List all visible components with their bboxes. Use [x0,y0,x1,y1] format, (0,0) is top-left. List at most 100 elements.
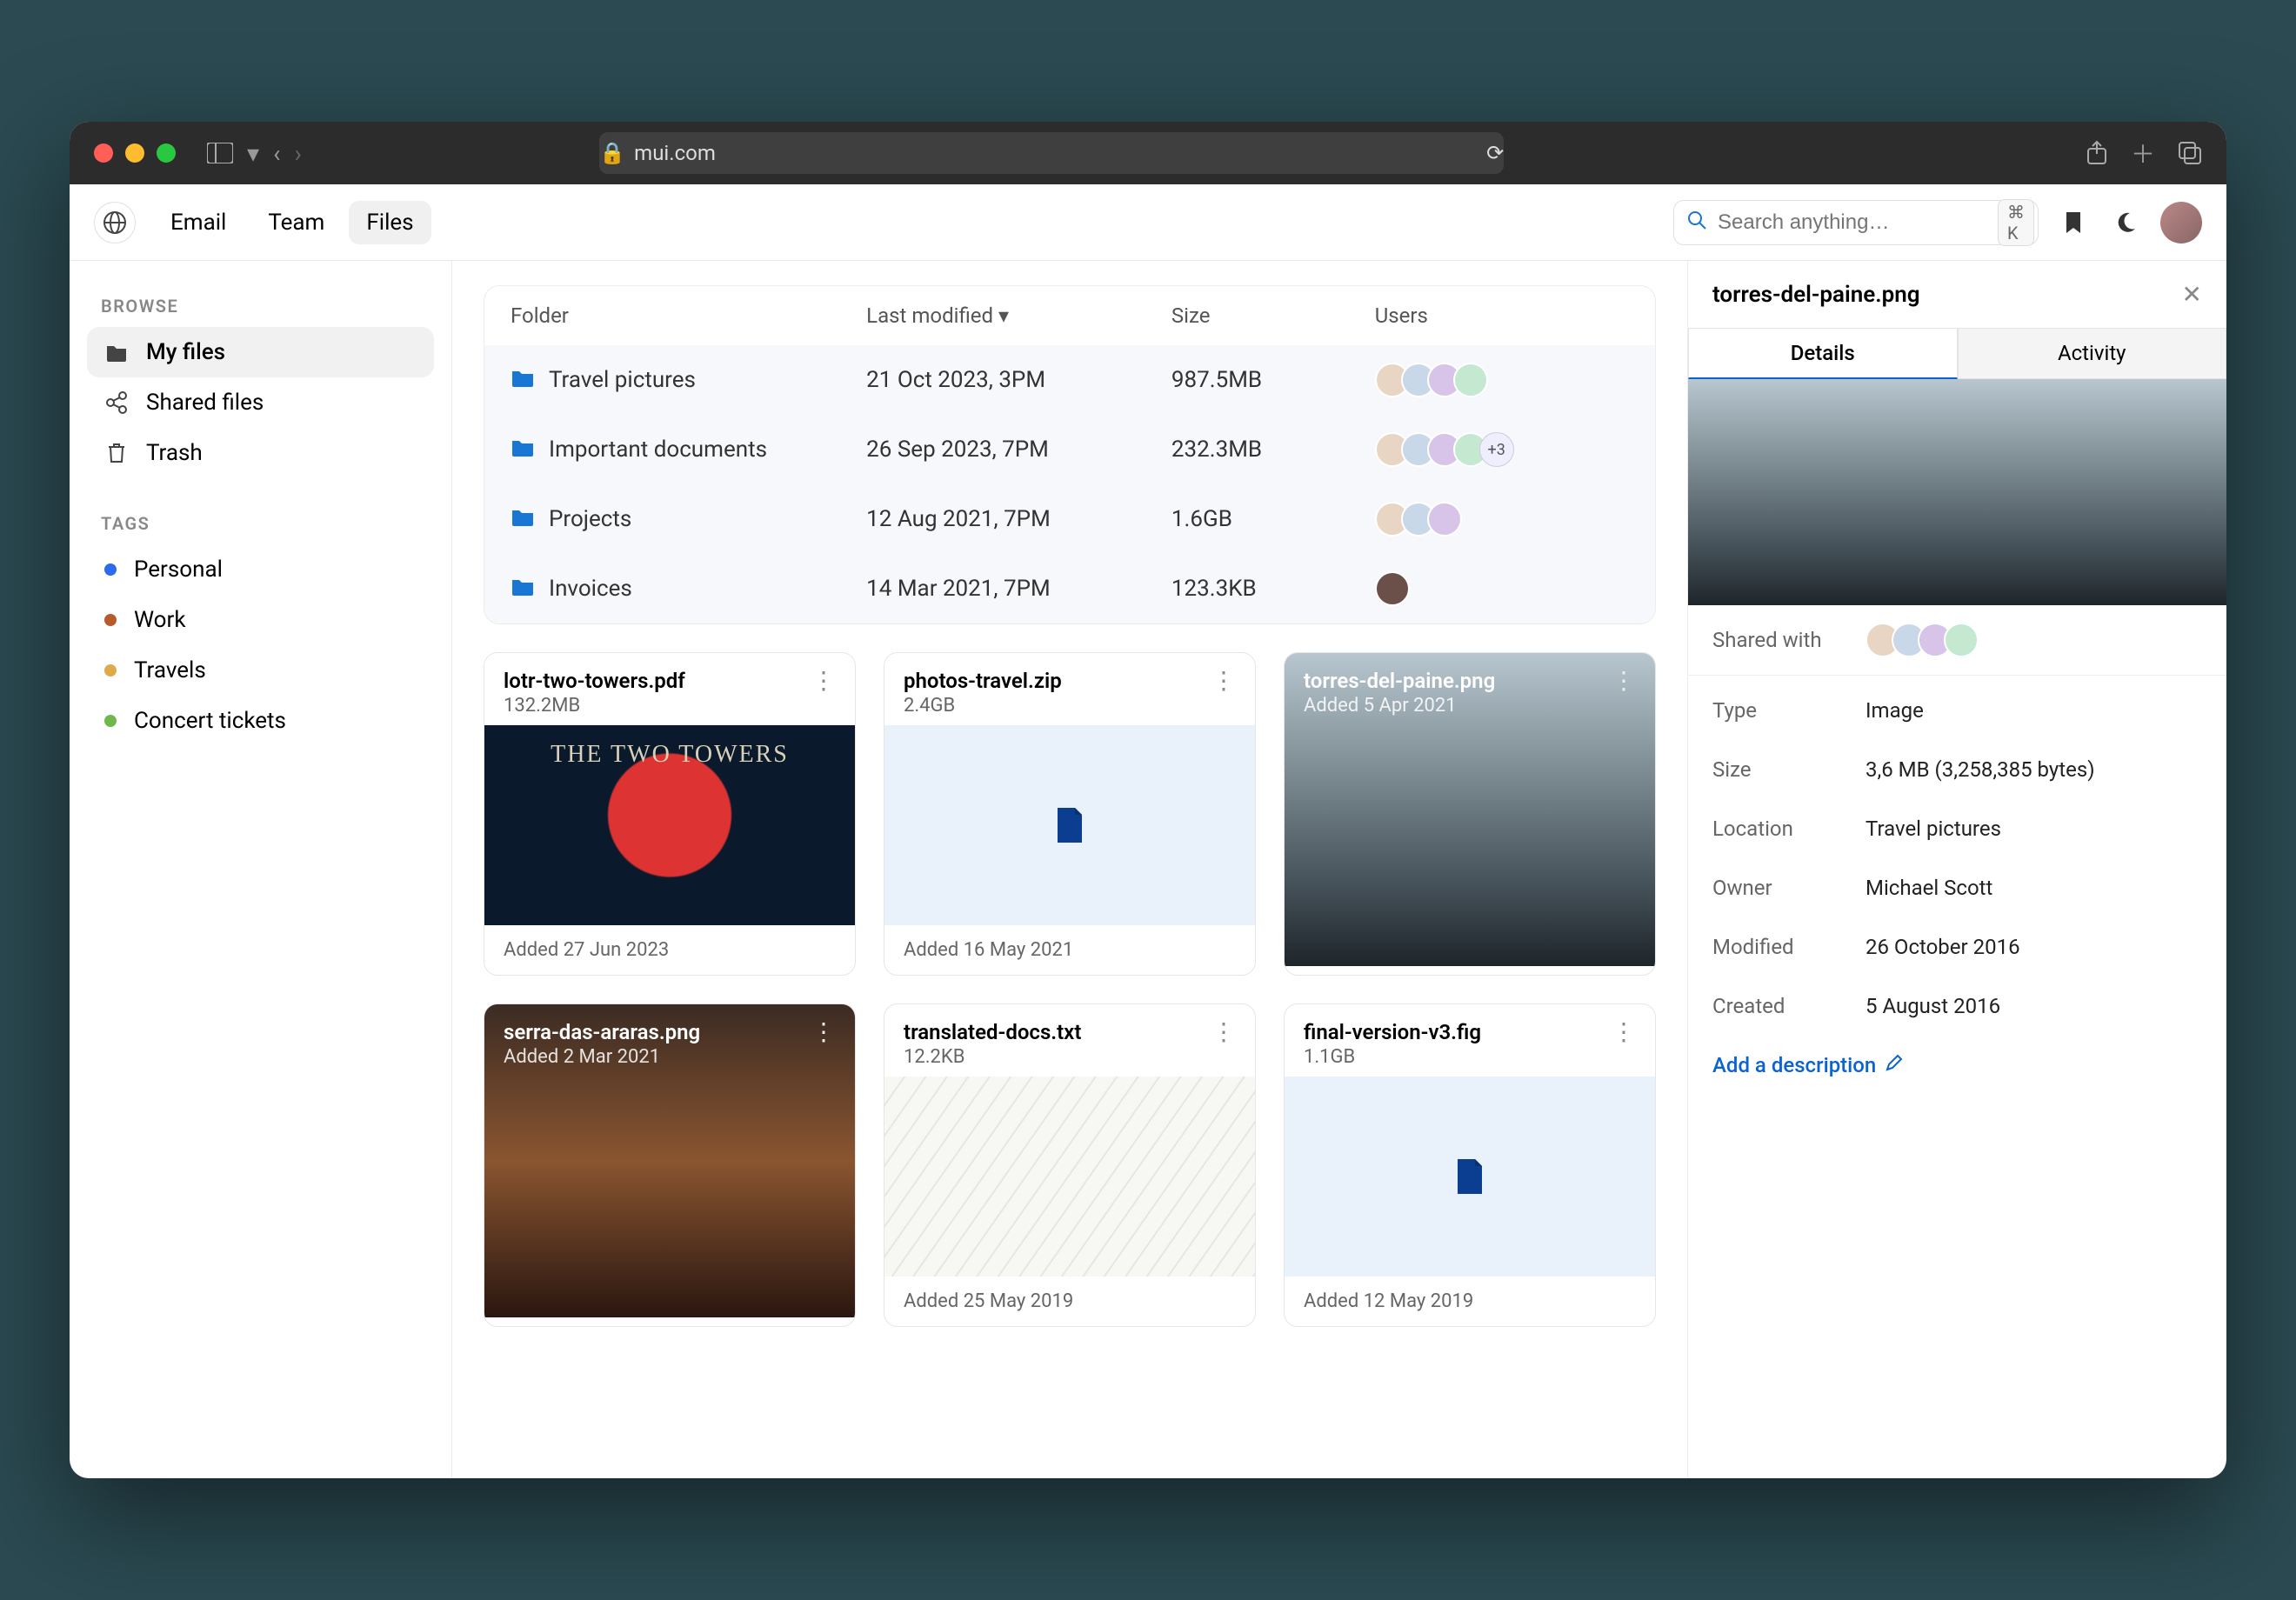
sidebar-item-label: Concert tickets [134,708,286,734]
file-card-title: lotr-two-towers.pdf [504,669,685,693]
file-card-footer: Added 12 May 2019 [1285,1277,1655,1326]
folder-size: 123.3KB [1171,576,1375,602]
card-more-icon[interactable]: ⋮ [1612,669,1636,693]
table-row[interactable]: Important documents 26 Sep 2023, 7PM 232… [484,415,1655,484]
sidebar-item-label: Shared files [146,390,264,416]
card-more-icon[interactable]: ⋮ [1211,1020,1236,1044]
nav-tab-label: Team [268,210,324,236]
folder-size: 232.3MB [1171,437,1375,463]
file-card[interactable]: translated-docs.txt 12.2KB ⋮ Added 25 Ma… [884,1003,1256,1327]
file-card-sub: 1.1GB [1304,1046,1481,1068]
nav-tab-label: Email [170,210,226,236]
current-user-avatar[interactable] [2160,202,2202,243]
card-more-icon[interactable]: ⋮ [1612,1020,1636,1044]
close-icon[interactable]: ✕ [2182,280,2202,309]
file-card-footer: Added 25 May 2019 [884,1277,1255,1326]
sidebar-item-label: Trash [146,440,203,466]
file-card[interactable]: lotr-two-towers.pdf 132.2MB ⋮ Added 27 J… [484,652,856,976]
folder-icon [511,367,535,393]
dark-mode-toggle-icon[interactable] [2108,205,2143,240]
card-more-icon[interactable]: ⋮ [811,669,836,693]
close-window-icon[interactable] [94,143,113,163]
folder-icon [511,437,535,463]
details-key: Size [1712,757,1852,782]
file-card[interactable]: torres-del-paine.png Added 5 Apr 2021 ⋮ [1284,652,1656,976]
details-value: Image [1866,698,1924,723]
file-card-sub: 132.2MB [504,695,685,717]
bookmark-icon[interactable] [2056,205,2091,240]
card-more-icon[interactable]: ⋮ [1211,669,1236,693]
folder-name: Travel pictures [549,367,696,393]
file-thumbnail [884,1077,1255,1277]
col-users[interactable]: Users [1375,303,1629,328]
details-filename: torres-del-paine.png [1712,282,1920,308]
table-row[interactable]: Projects 12 Aug 2021, 7PM 1.6GB [484,484,1655,554]
browser-urlbar[interactable]: 🔒 mui.com ⟳ [599,132,1504,174]
add-description-button[interactable]: Add a description [1688,1036,2226,1095]
nav-tab-email[interactable]: Email [153,201,244,244]
file-card-title: serra-das-araras.png [504,1020,700,1044]
card-more-icon[interactable]: ⋮ [811,1020,836,1044]
sidebar-tag-travels[interactable]: Travels [87,645,434,696]
sidebar-toggle-icon[interactable] [207,143,233,163]
tag-dot-icon [104,664,117,677]
col-size[interactable]: Size [1171,303,1375,328]
app-logo-icon[interactable] [94,202,136,243]
details-row: Modified26 October 2016 [1688,917,2226,977]
sidebar-item-my-files[interactable]: My files [87,327,434,377]
table-row[interactable]: Invoices 14 Mar 2021, 7PM 123.3KB [484,554,1655,623]
details-row: Created5 August 2016 [1688,977,2226,1036]
sidebar-item-shared-files[interactable]: Shared files [87,377,434,428]
sidebar-tag-work[interactable]: Work [87,595,434,645]
sidebar-item-label: My files [146,339,225,365]
reload-icon[interactable]: ⟳ [1486,141,1504,165]
nav-tab-label: Files [366,210,413,236]
lock-icon: 🔒 [599,141,625,165]
table-row[interactable]: Travel pictures 21 Oct 2023, 3PM 987.5MB [484,345,1655,415]
search-input-wrapper[interactable]: ⌘ K [1673,200,2039,245]
browser-url-host: mui.com [634,141,716,165]
details-key: Type [1712,698,1852,723]
tab-details[interactable]: Details [1688,328,1958,379]
file-thumbnail [1285,1077,1655,1277]
new-tab-icon[interactable]: ＋ [2131,136,2155,170]
sidebar-item-trash[interactable]: Trash [87,428,434,478]
sidebar-tag-personal[interactable]: Personal [87,544,434,595]
col-folder[interactable]: Folder [511,303,866,328]
tab-activity[interactable]: Activity [1958,328,2227,379]
sidebar-item-label: Personal [134,557,223,583]
tag-dot-icon [104,563,117,576]
file-card[interactable]: final-version-v3.fig 1.1GB ⋮ Added 12 Ma… [1284,1003,1656,1327]
fullscreen-window-icon[interactable] [157,143,176,163]
users-overflow-badge[interactable]: +3 [1479,432,1514,467]
details-row: OwnerMichael Scott [1688,858,2226,917]
user-avatar [1453,363,1488,397]
search-icon [1686,208,1707,237]
chevron-down-icon[interactable]: ▾ [247,139,259,168]
sidebar-tag-concert-tickets[interactable]: Concert tickets [87,696,434,746]
window-controls [94,143,176,163]
folder-modified: 26 Sep 2023, 7PM [866,437,1171,463]
details-row: Type Image [1688,681,2226,740]
file-card-title: translated-docs.txt [904,1020,1081,1044]
col-last-modified[interactable]: Last modified▾ [866,303,1171,328]
folder-name: Important documents [549,437,767,463]
folder-users [1375,363,1629,397]
minimize-window-icon[interactable] [125,143,144,163]
folder-icon [511,506,535,532]
nav-forward-icon[interactable]: › [294,139,301,168]
details-key: Created [1712,994,1852,1018]
nav-tab-team[interactable]: Team [250,201,342,244]
nav-back-icon[interactable]: ‹ [273,139,280,168]
nav-tab-files[interactable]: Files [349,201,430,244]
share-icon[interactable] [2086,136,2108,170]
add-description-label: Add a description [1712,1053,1876,1077]
file-card[interactable]: serra-das-araras.png Added 2 Mar 2021 ⋮ [484,1003,856,1327]
sidebar-section-tags: TAGS [87,503,434,544]
sidebar-item-label: Travels [134,657,206,683]
file-card-sub: 2.4GB [904,695,1062,717]
tabs-overview-icon[interactable] [2178,136,2202,170]
search-input[interactable] [1718,210,1987,235]
file-card[interactable]: photos-travel.zip 2.4GB ⋮ Added 16 May 2… [884,652,1256,976]
file-icon [1054,806,1085,844]
